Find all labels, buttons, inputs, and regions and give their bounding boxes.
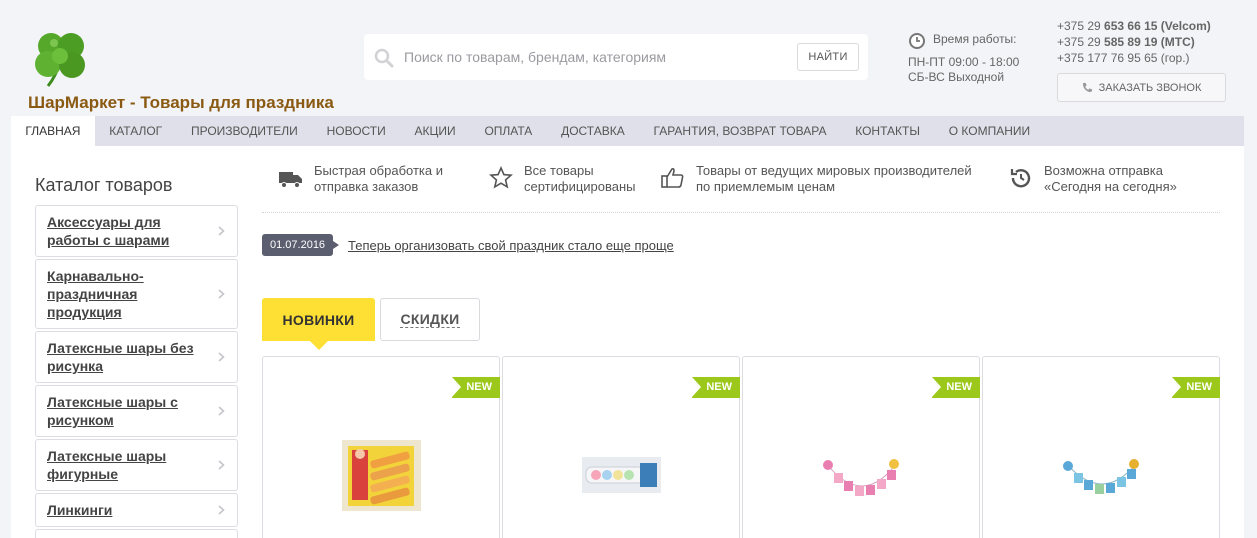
new-badge: NEW bbox=[452, 377, 500, 398]
product-image[interactable] bbox=[1062, 457, 1141, 509]
catalog-item[interactable]: Латексные шары без рисунка bbox=[35, 331, 238, 383]
catalog-item[interactable] bbox=[35, 529, 238, 538]
chevron-right-icon bbox=[218, 352, 225, 362]
features-divider bbox=[262, 212, 1220, 213]
thumbs-up-icon bbox=[661, 167, 684, 188]
product-card[interactable]: NEW bbox=[502, 356, 740, 538]
chevron-right-icon bbox=[218, 406, 225, 416]
catalog-item-label: Латексные шары без рисунка bbox=[47, 340, 194, 374]
nav-item-payment[interactable]: ОПЛАТА bbox=[470, 116, 547, 146]
product-image[interactable] bbox=[342, 440, 421, 511]
search-box: НАЙТИ bbox=[364, 34, 868, 80]
history-icon bbox=[1010, 169, 1031, 188]
phone-list: +375 29 653 66 15 (Velcom) +375 29 585 8… bbox=[1057, 18, 1211, 66]
catalog-item-label: Латексные шары с рисунком bbox=[47, 394, 178, 428]
nav-item-news[interactable]: НОВОСТИ bbox=[312, 116, 400, 146]
tab-new-products[interactable]: НОВИНКИ bbox=[262, 298, 375, 350]
hours-weekdays: ПН-ПТ 09:00 - 18:00 bbox=[908, 55, 1020, 69]
nav-item-promotions[interactable]: АКЦИИ bbox=[400, 116, 470, 146]
nav-item-contacts[interactable]: КОНТАКТЫ bbox=[841, 116, 935, 146]
catalog-list: Аксессуары для работы с шарами Карнаваль… bbox=[35, 205, 238, 538]
star-icon bbox=[489, 166, 513, 189]
header: ШарМаркет - Товары для праздника НАЙТИ В… bbox=[0, 0, 1257, 115]
phone-velcom[interactable]: +375 29 653 66 15 (Velcom) bbox=[1057, 18, 1211, 34]
search-button[interactable]: НАЙТИ bbox=[797, 43, 859, 71]
main-nav: ГЛАВНАЯ КАТАЛОГ ПРОИЗВОДИТЕЛИ НОВОСТИ АК… bbox=[11, 116, 1244, 146]
news-date-badge: 01.07.2016 bbox=[262, 234, 340, 256]
nav-item-delivery[interactable]: ДОСТАВКА bbox=[547, 116, 639, 146]
new-badge: NEW bbox=[692, 377, 740, 398]
nav-item-manufacturers[interactable]: ПРОИЗВОДИТЕЛИ bbox=[177, 116, 313, 146]
chevron-right-icon bbox=[218, 226, 225, 236]
catalog-item[interactable]: Латексные шары фигурные bbox=[35, 439, 238, 491]
catalog-item[interactable]: Линкинги bbox=[35, 493, 238, 527]
hours-weekend: СБ-ВС Выходной bbox=[908, 70, 1005, 84]
tab-discounts-label: СКИДКИ bbox=[400, 311, 460, 328]
chevron-right-icon bbox=[218, 505, 225, 515]
feature-fast-processing: Быстрая обработка и отправка заказов bbox=[278, 163, 443, 195]
catalog-item[interactable]: Карнавально-праздничная продукция bbox=[35, 259, 238, 329]
nav-item-about[interactable]: О КОМПАНИИ bbox=[934, 116, 1044, 146]
nav-item-catalog[interactable]: КАТАЛОГ bbox=[95, 116, 177, 146]
phone-icon bbox=[1082, 82, 1092, 93]
clover-logo-icon[interactable] bbox=[30, 28, 92, 90]
catalog-item[interactable]: Аксессуары для работы с шарами bbox=[35, 205, 238, 257]
phone-landline[interactable]: +375 177 76 95 65 (гор.) bbox=[1057, 50, 1211, 66]
chevron-right-icon bbox=[218, 289, 225, 299]
catalog-item-label: Карнавально-праздничная продукция bbox=[47, 268, 144, 320]
product-image[interactable] bbox=[582, 457, 661, 493]
chevron-right-icon bbox=[218, 460, 225, 470]
catalog-title: Каталог товаров bbox=[35, 175, 173, 195]
clock-icon bbox=[909, 33, 925, 49]
site-title[interactable]: ШарМаркет - Товары для праздника bbox=[28, 93, 334, 113]
search-input[interactable] bbox=[404, 44, 784, 70]
catalog-item-label: Линкинги bbox=[47, 502, 113, 518]
news-link[interactable]: Теперь организовать свой праздник стало … bbox=[348, 238, 674, 253]
catalog-item[interactable]: Латексные шары с рисунком bbox=[35, 385, 238, 437]
product-card[interactable]: NEW bbox=[262, 356, 500, 538]
search-icon bbox=[374, 48, 394, 68]
product-image[interactable] bbox=[822, 457, 901, 509]
feature-same-day: Возможна отправка «Сегодня на сегодня» bbox=[1008, 163, 1177, 195]
product-card[interactable]: NEW bbox=[982, 356, 1220, 538]
new-badge: NEW bbox=[932, 377, 980, 398]
nav-item-warranty[interactable]: ГАРАНТИЯ, ВОЗВРАТ ТОВАРА bbox=[639, 116, 841, 146]
tab-discounts[interactable]: СКИДКИ bbox=[380, 298, 480, 341]
catalog-item-label: Аксессуары для работы с шарами bbox=[47, 214, 170, 248]
nav-item-home[interactable]: ГЛАВНАЯ bbox=[11, 116, 95, 146]
product-card[interactable]: NEW bbox=[742, 356, 980, 538]
callback-button[interactable]: ЗАКАЗАТЬ ЗВОНОК bbox=[1057, 73, 1226, 102]
catalog-item-label: Латексные шары фигурные bbox=[47, 448, 167, 482]
hours-title: Время работы: bbox=[933, 32, 1017, 46]
feature-certified: Все товары сертифицированы bbox=[488, 163, 636, 195]
callback-label: ЗАКАЗАТЬ ЗВОНОК bbox=[1098, 81, 1202, 94]
new-badge: NEW bbox=[1172, 377, 1220, 398]
phone-mts[interactable]: +375 29 585 89 19 (МТС) bbox=[1057, 34, 1211, 50]
feature-top-manufacturers: Товары от ведущих мировых производителей… bbox=[660, 163, 972, 195]
truck-icon bbox=[279, 172, 302, 188]
